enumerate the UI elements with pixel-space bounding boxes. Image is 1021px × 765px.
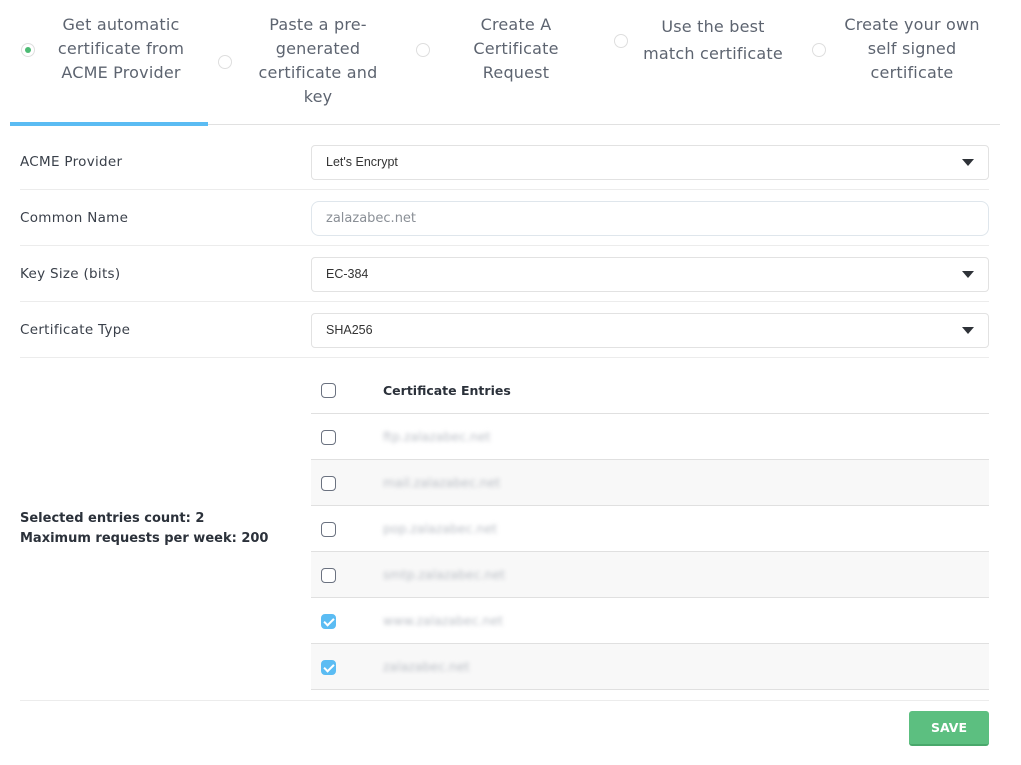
entry-checkbox-checked[interactable] (321, 614, 336, 629)
certificate-type-row: Certificate Type SHA256 (20, 302, 989, 358)
certificate-type-label: Certificate Type (20, 322, 131, 338)
entry-checkbox-checked[interactable] (321, 660, 336, 675)
certificate-method-tabs: Get automatic certificate from ACME Prov… (10, 0, 1000, 126)
acme-provider-label: ACME Provider (20, 154, 123, 170)
entry-name: ftp.zalazabec.net (383, 429, 491, 444)
active-tab-indicator (10, 122, 208, 126)
entry-name: smtp.zalazabec.net (383, 567, 506, 582)
common-name-label: Common Name (20, 210, 129, 226)
entry-row[interactable]: smtp.zalazabec.net (311, 552, 989, 598)
maximum-requests-per-week: Maximum requests per week: 200 (20, 531, 269, 546)
save-button[interactable]: SAVE (909, 711, 989, 746)
entry-row[interactable]: mail.zalazabec.net (311, 460, 989, 506)
select-all-checkbox[interactable] (321, 383, 336, 398)
entry-checkbox[interactable] (321, 430, 336, 445)
entry-name: mail.zalazabec.net (383, 475, 501, 490)
acme-provider-select[interactable]: Let's Encrypt (311, 145, 989, 180)
entries-header-row: Certificate Entries (311, 367, 989, 414)
key-size-value: EC-384 (326, 267, 369, 281)
entry-checkbox[interactable] (321, 568, 336, 583)
certificate-type-select[interactable]: SHA256 (311, 313, 989, 348)
tab-acme[interactable]: Get automatic certificate from ACME Prov… (10, 0, 208, 125)
entries-header-label: Certificate Entries (383, 383, 511, 398)
radio-best-match[interactable] (614, 34, 628, 48)
common-name-input[interactable]: zalazabec.net (311, 201, 989, 236)
tab-acme-label: Get automatic certificate from ACME Prov… (57, 15, 185, 82)
caret-down-icon (962, 327, 974, 334)
entry-row[interactable]: zalazabec.net (311, 644, 989, 690)
radio-acme[interactable] (21, 43, 35, 57)
caret-down-icon (962, 159, 974, 166)
certificate-entries-section: Selected entries count: 2 Maximum reques… (20, 357, 989, 701)
entries-summary: Selected entries count: 2 Maximum reques… (20, 509, 268, 549)
acme-provider-value: Let's Encrypt (326, 155, 398, 169)
key-size-select[interactable]: EC-384 (311, 257, 989, 292)
radio-certificate-request[interactable] (416, 43, 430, 57)
entry-name: www.zalazabec.net (383, 613, 504, 628)
radio-self-signed[interactable] (812, 43, 826, 57)
entry-checkbox[interactable] (321, 522, 336, 537)
entry-name: pop.zalazabec.net (383, 521, 498, 536)
entry-row[interactable]: www.zalazabec.net (311, 598, 989, 644)
tab-certificate-request-label: Create A Certificate Request (473, 15, 559, 82)
acme-provider-row: ACME Provider Let's Encrypt (20, 134, 989, 190)
tab-best-match-label: Use the best match certificate (643, 17, 783, 63)
tab-paste-certificate-label: Paste a pre-generated certificate and ke… (258, 15, 378, 106)
entry-name: zalazabec.net (383, 659, 470, 674)
tab-best-match[interactable]: Use the best match certificate (604, 0, 802, 125)
common-name-row: Common Name zalazabec.net (20, 190, 989, 246)
selected-entries-count: Selected entries count: 2 (20, 511, 205, 526)
entry-row[interactable]: ftp.zalazabec.net (311, 414, 989, 460)
key-size-label: Key Size (bits) (20, 266, 121, 282)
tab-self-signed[interactable]: Create your own self signed certificate (802, 0, 1000, 125)
radio-paste-certificate[interactable] (218, 55, 232, 69)
caret-down-icon (962, 271, 974, 278)
key-size-row: Key Size (bits) EC-384 (20, 246, 989, 302)
entry-checkbox[interactable] (321, 476, 336, 491)
certificate-entries-table: Certificate Entries ftp.zalazabec.net ma… (311, 367, 989, 690)
common-name-placeholder: zalazabec.net (326, 211, 417, 226)
certificate-type-value: SHA256 (326, 323, 373, 337)
tab-self-signed-label: Create your own self signed certificate (844, 15, 980, 82)
entry-row[interactable]: pop.zalazabec.net (311, 506, 989, 552)
tab-paste-certificate[interactable]: Paste a pre-generated certificate and ke… (208, 0, 406, 125)
tab-certificate-request[interactable]: Create A Certificate Request (406, 0, 604, 125)
